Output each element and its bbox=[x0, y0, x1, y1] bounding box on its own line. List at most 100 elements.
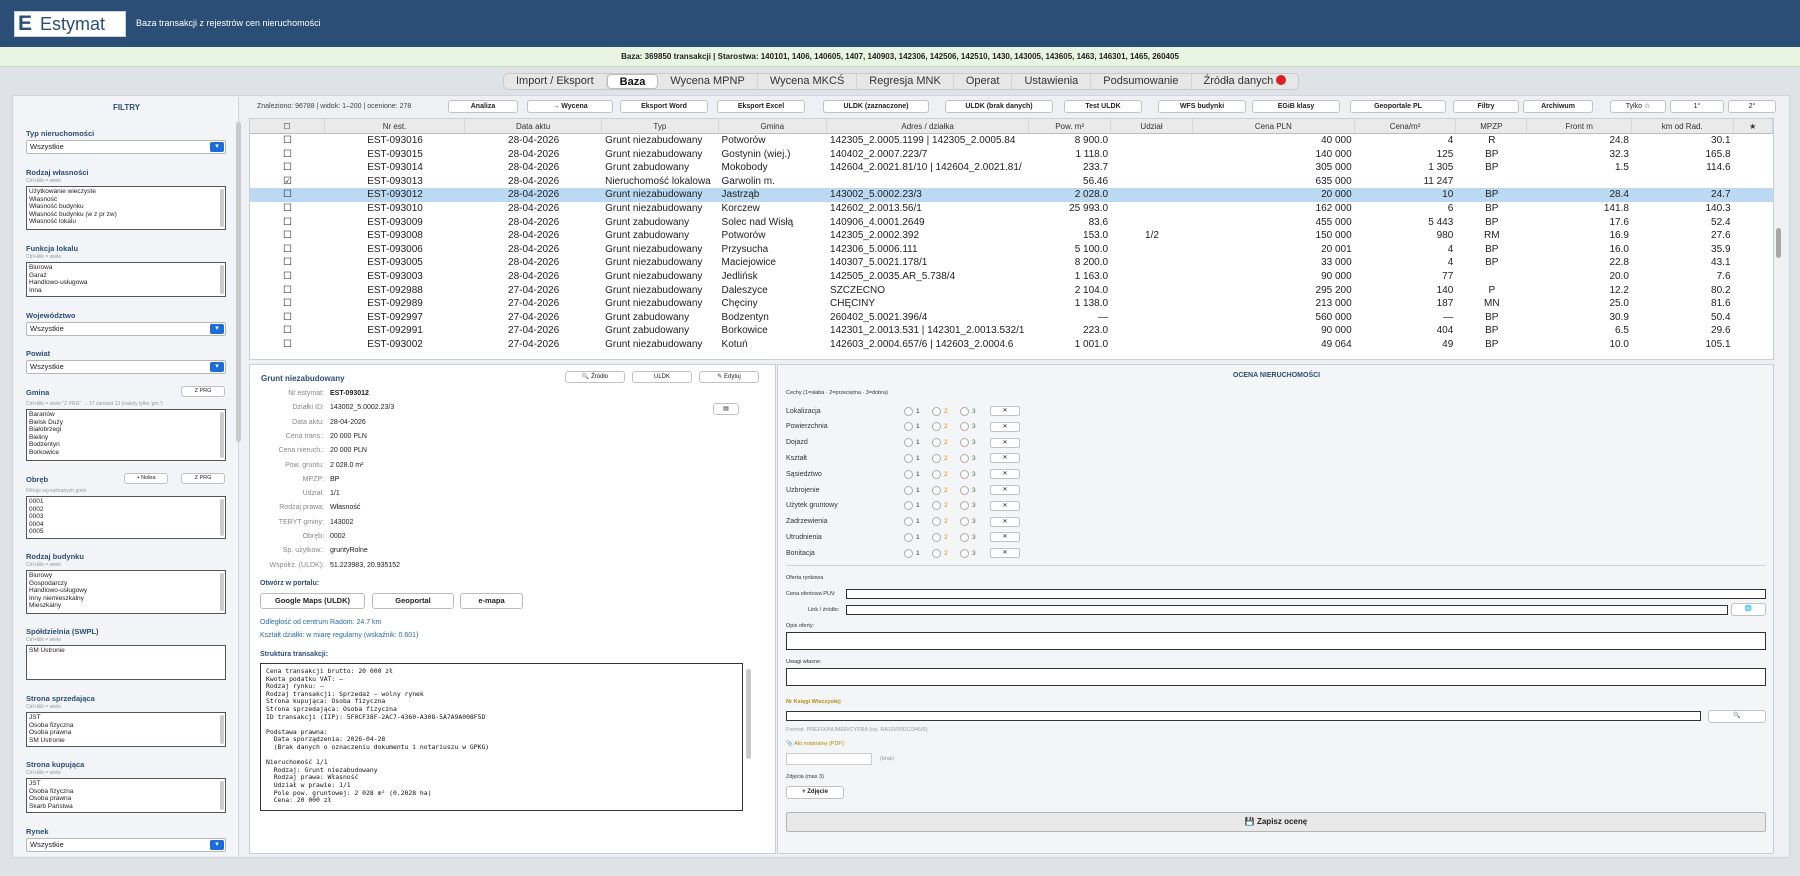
column-header[interactable]: ☐ bbox=[250, 119, 325, 133]
rating-radio-1[interactable]: 1 bbox=[904, 406, 932, 416]
list-item[interactable]: Handlowo-usługowy bbox=[29, 587, 223, 595]
clear-rating-button[interactable]: ✕ bbox=[990, 516, 1020, 527]
rating-radio-3[interactable]: 3 bbox=[960, 501, 988, 511]
add-photo-button[interactable]: + Zdjęcie bbox=[786, 786, 844, 799]
list-scrollbar[interactable] bbox=[220, 781, 224, 810]
list-item[interactable]: Garaż bbox=[29, 272, 223, 280]
list-item[interactable]: Gospodarczy bbox=[29, 580, 223, 588]
transaction-structure-textarea[interactable]: Cena transakcji brutto: 20 000 zł Kwota … bbox=[260, 663, 743, 811]
tab-wycena-mkcs[interactable]: Wycena MKCŚ bbox=[758, 74, 858, 89]
rating-radio-2[interactable]: 2 bbox=[932, 485, 960, 495]
clear-rating-button[interactable]: ✕ bbox=[990, 406, 1020, 416]
rating-radio-2[interactable]: 2 bbox=[932, 406, 960, 416]
rating-radio-3[interactable]: 3 bbox=[960, 438, 988, 448]
tab-wycena-mpnp[interactable]: Wycena MPNP bbox=[658, 74, 758, 89]
row-checkbox[interactable]: ☐ bbox=[250, 229, 325, 243]
filtry-button[interactable]: Filtry bbox=[1453, 100, 1519, 113]
tab-regresja-mnk[interactable]: Regresja MNK bbox=[857, 74, 954, 89]
list-item[interactable]: SM Ustronie bbox=[29, 647, 223, 655]
rating-radio-1[interactable]: 1 bbox=[904, 517, 932, 527]
gmina-z-prg-button[interactable]: Z PRG bbox=[181, 386, 225, 397]
list-item[interactable]: Bielsk Duży bbox=[29, 419, 223, 427]
clear-rating-button[interactable]: ✕ bbox=[990, 421, 1020, 432]
analiza-button[interactable]: Analiza bbox=[448, 100, 518, 113]
archiwum-button[interactable]: Archiwum bbox=[1523, 100, 1593, 113]
rating-radio-2[interactable]: 2 bbox=[932, 453, 960, 463]
list-item[interactable]: Własność lokalu bbox=[29, 218, 223, 226]
list-item[interactable]: Własność bbox=[29, 196, 223, 204]
list-item[interactable]: Użytkowanie wieczyste bbox=[29, 188, 223, 196]
list-item[interactable]: Mieszkalny bbox=[29, 602, 223, 610]
swpl-listbox[interactable]: SM Ustronie bbox=[26, 645, 226, 680]
open-link-button[interactable]: 🌐 bbox=[1731, 603, 1766, 616]
rating-radio-1[interactable]: 1 bbox=[904, 469, 932, 479]
rating-radio-3[interactable]: 3 bbox=[960, 453, 988, 463]
column-header[interactable]: Pow. m² bbox=[1029, 119, 1112, 133]
list-item[interactable]: 0001 bbox=[29, 498, 223, 506]
row-checkbox[interactable]: ☐ bbox=[250, 134, 325, 148]
list-item[interactable]: JST bbox=[29, 714, 223, 722]
rynek-select[interactable]: Wszystkie ▾ bbox=[26, 838, 226, 852]
row-checkbox[interactable]: ☐ bbox=[250, 270, 325, 284]
row-checkbox[interactable]: ☐ bbox=[250, 256, 325, 270]
rating-radio-2[interactable]: 2 bbox=[932, 422, 960, 432]
row-checkbox[interactable]: ☐ bbox=[250, 202, 325, 216]
list-item[interactable]: Osoba fizyczna bbox=[29, 788, 223, 796]
rating-radio-3[interactable]: 3 bbox=[960, 469, 988, 479]
list-scrollbar[interactable] bbox=[220, 715, 224, 744]
column-header[interactable]: ★ bbox=[1734, 119, 1773, 133]
kupujaca-listbox[interactable]: JST Osoba fizyczna Osoba prawna Skarb Pa… bbox=[26, 778, 226, 813]
powiat-select[interactable]: Wszystkie ▾ bbox=[26, 360, 226, 374]
clear-rating-button[interactable]: ✕ bbox=[990, 548, 1020, 559]
column-header[interactable]: MPZP bbox=[1456, 119, 1528, 133]
rating-radio-1[interactable]: 1 bbox=[904, 532, 932, 542]
table-row[interactable]: ☐ EST-093002 27-04-2026 Grunt niezabudowany… bbox=[250, 338, 1773, 352]
list-item[interactable]: Handlowo-usługowa bbox=[29, 279, 223, 287]
copy-button[interactable]: ▤ bbox=[713, 403, 739, 415]
akt-file-field[interactable] bbox=[786, 753, 872, 765]
list-scrollbar[interactable] bbox=[220, 499, 224, 536]
list-item[interactable]: JST bbox=[29, 780, 223, 788]
column-header[interactable]: Data aktu bbox=[465, 119, 603, 133]
list-scrollbar[interactable] bbox=[220, 573, 224, 611]
uldk-detail-button[interactable]: ULDK bbox=[632, 371, 692, 383]
row-checkbox[interactable]: ☐ bbox=[250, 297, 325, 311]
list-item[interactable]: SM Ustronie bbox=[29, 737, 223, 745]
row-checkbox[interactable]: ☐ bbox=[250, 284, 325, 298]
table-row[interactable]: ☑ EST-093013 28-04-2026 Nieruchomość lokalo… bbox=[250, 175, 1773, 189]
rating-radio-3[interactable]: 3 bbox=[960, 422, 988, 432]
rating-radio-3[interactable]: 3 bbox=[960, 532, 988, 542]
uwagi-textarea[interactable] bbox=[786, 668, 1766, 686]
rating-radio-2[interactable]: 2 bbox=[932, 438, 960, 448]
sprzedajaca-listbox[interactable]: JST Osoba fizyczna Osoba prawna SM Ustro… bbox=[26, 712, 226, 747]
rating-radio-1[interactable]: 1 bbox=[904, 548, 932, 558]
wojewodztwo-select[interactable]: Wszystkie ▾ bbox=[26, 322, 226, 336]
rating-radio-1[interactable]: 1 bbox=[904, 422, 932, 432]
column-header[interactable]: Adres / działka bbox=[827, 119, 1030, 133]
column-header[interactable]: Cena PLN bbox=[1193, 119, 1355, 133]
tab-zrodla-danych[interactable]: Źródła danych bbox=[1192, 74, 1299, 89]
list-item[interactable]: Własność budynku (w z pr zw) bbox=[29, 211, 223, 219]
list-item[interactable]: Osoba fizyczna bbox=[29, 722, 223, 730]
sort-2-button[interactable]: 2° bbox=[1728, 100, 1776, 113]
egib-klasy-button[interactable]: EGiB klasy bbox=[1252, 100, 1340, 113]
obreb-listbox[interactable]: 0001 0002 0003 0004 0005 bbox=[26, 496, 226, 539]
table-row[interactable]: ☐ EST-093009 28-04-2026 Grunt zabudowany Sol… bbox=[250, 216, 1773, 230]
table-row[interactable]: ☐ EST-093005 28-04-2026 Grunt niezabudowany… bbox=[250, 256, 1773, 270]
uldk-brak-danych-button[interactable]: ULDK (brak danych) bbox=[945, 100, 1053, 113]
rating-radio-2[interactable]: 2 bbox=[932, 532, 960, 542]
list-item[interactable]: 0002 bbox=[29, 506, 223, 514]
column-header[interactable]: Nr est. bbox=[325, 119, 466, 133]
google-maps-button[interactable]: Google Maps (ULDK) bbox=[260, 593, 365, 609]
offer-price-input[interactable] bbox=[846, 589, 1766, 599]
list-item[interactable]: Inna bbox=[29, 287, 223, 295]
budynek-listbox[interactable]: Biurowy Gospodarczy Handlowo-usługowy In… bbox=[26, 570, 226, 614]
column-header[interactable]: Cena/m² bbox=[1355, 119, 1457, 133]
list-item[interactable]: Osoba prawna bbox=[29, 795, 223, 803]
table-scrollbar[interactable] bbox=[1776, 228, 1781, 258]
test-uldk-button[interactable]: Test ULDK bbox=[1064, 100, 1142, 113]
table-row[interactable]: ☐ EST-093016 28-04-2026 Grunt niezabudowany… bbox=[250, 134, 1773, 148]
row-checkbox[interactable]: ☐ bbox=[250, 311, 325, 325]
wycena-button[interactable]: → Wycena bbox=[527, 100, 613, 113]
wfs-budynki-button[interactable]: WFS budynki bbox=[1158, 100, 1246, 113]
